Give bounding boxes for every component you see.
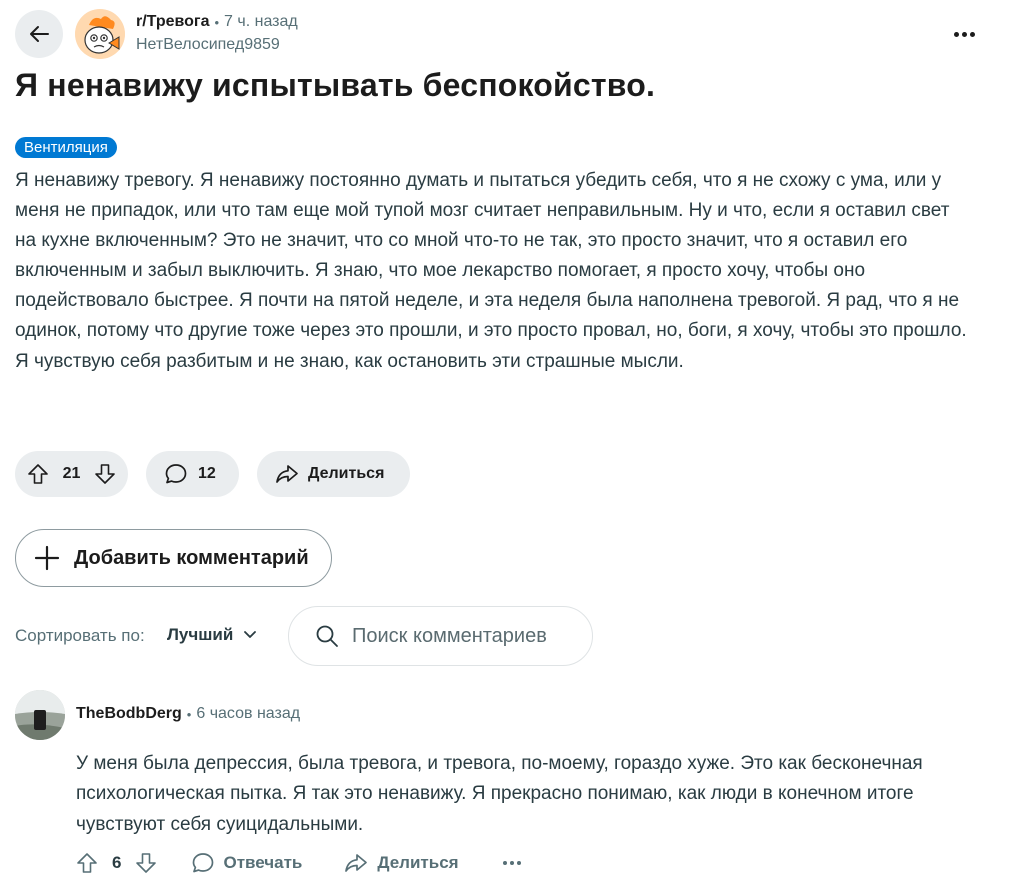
comment-more-button[interactable] (502, 861, 521, 865)
upvote-icon[interactable] (76, 852, 98, 874)
comment-score: 6 (112, 853, 122, 872)
avatar[interactable] (15, 690, 65, 740)
comment-author[interactable]: TheBodbDerg (76, 705, 182, 723)
search-icon (315, 624, 339, 648)
comment-bubble-icon (164, 463, 188, 485)
search-input[interactable] (352, 624, 572, 648)
share-label: Делиться (308, 465, 385, 482)
sort-label: Сортировать по: (15, 626, 145, 645)
post-author[interactable]: НетВелосипед9859 (136, 36, 298, 54)
downvote-icon[interactable] (94, 463, 116, 485)
comment-actions: 6 Отвечать Делиться (76, 852, 521, 874)
reply-button[interactable]: Отвечать (191, 852, 302, 874)
post-title: Я ненавижу испытывать беспокойство. (15, 67, 656, 103)
comments-count: 12 (198, 465, 216, 482)
ellipsis-icon (502, 861, 507, 865)
reply-label: Отвечать (223, 853, 303, 872)
plus-icon (34, 545, 60, 571)
meta-separator: • (214, 14, 220, 30)
share-arrow-icon (344, 852, 368, 874)
sort-value: Лучший (167, 625, 234, 644)
more-options-button[interactable] (949, 22, 979, 46)
ellipsis-icon (953, 31, 959, 37)
comment-vote-control: 6 (76, 852, 157, 874)
comment-search-box[interactable] (288, 606, 593, 666)
downvote-icon[interactable] (135, 852, 157, 874)
subreddit-name[interactable]: r/Тревога (136, 13, 209, 31)
comments-button[interactable]: 12 (146, 451, 239, 497)
back-button[interactable] (15, 10, 63, 58)
arrow-left-icon (28, 23, 50, 45)
comment-meta: TheBodbDerg • 6 часов назад (76, 705, 300, 723)
add-comment-label: Добавить комментарий (74, 546, 309, 569)
post-score: 21 (62, 465, 81, 482)
comment-time: 6 часов назад (196, 705, 301, 722)
comment-share-button[interactable]: Делиться (344, 852, 459, 874)
post-time: 7 ч. назад (224, 13, 298, 30)
post-meta: r/Тревога • 7 ч. назад НетВелосипед9859 (136, 13, 298, 54)
post-flair[interactable]: Вентиляция (15, 137, 117, 158)
share-arrow-icon (275, 463, 299, 485)
upvote-icon[interactable] (27, 463, 49, 485)
comment-bubble-icon (191, 852, 215, 874)
sort-dropdown[interactable]: Лучший (167, 625, 257, 645)
comment-share-label: Делиться (377, 853, 459, 872)
share-button[interactable]: Делиться (257, 451, 410, 497)
comment-body: У меня была депрессия, была тревога, и т… (76, 753, 923, 835)
meta-separator: • (186, 706, 192, 722)
post-vote-control: 21 (15, 451, 128, 497)
chevron-down-icon (243, 630, 257, 640)
subreddit-avatar[interactable] (75, 9, 125, 59)
post-body: Я ненавижу тревогу. Я ненавижу постоянно… (15, 170, 967, 372)
add-comment-button[interactable]: Добавить комментарий (15, 529, 332, 587)
